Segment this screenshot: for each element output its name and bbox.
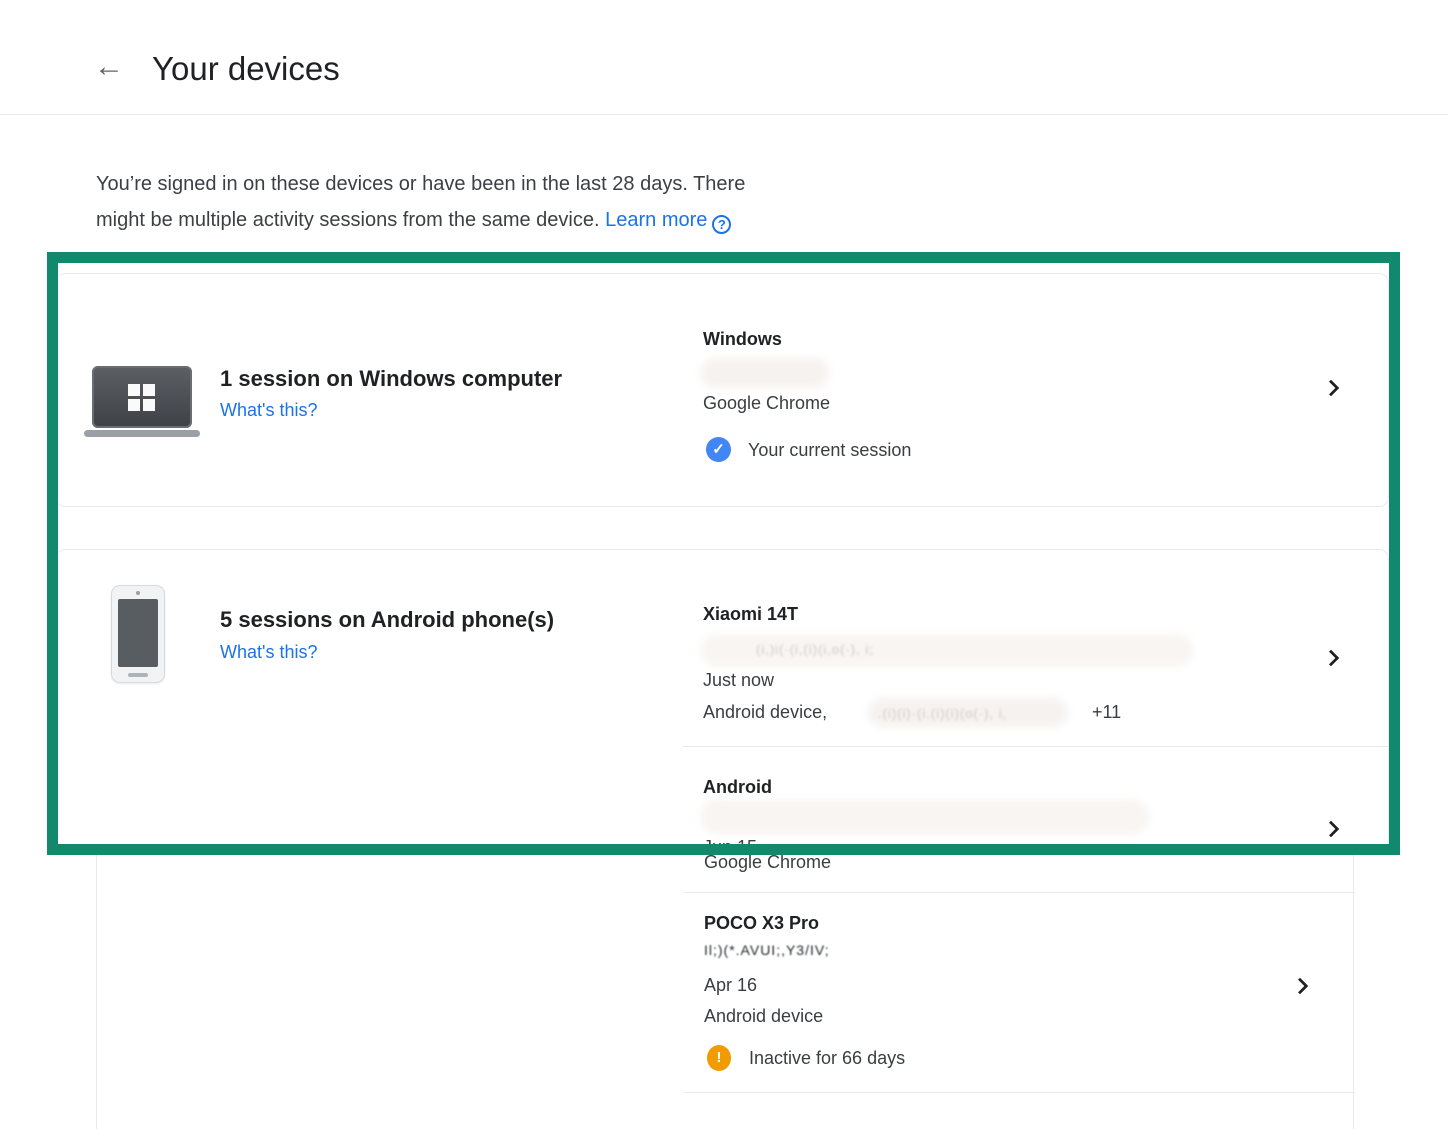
session-device-name: POCO X3 Pro (704, 913, 819, 934)
chevron-right-icon[interactable] (1320, 645, 1346, 671)
learn-more-link[interactable]: Learn more (605, 209, 707, 231)
session-device-name: Android (703, 777, 772, 798)
windows-laptop-icon (92, 366, 192, 428)
session-divider (684, 892, 1355, 893)
whats-this-link[interactable]: What's this? (220, 642, 317, 663)
session-detail: Android device (704, 1006, 823, 1027)
android-phone-icon (111, 585, 165, 683)
session-time: Just now (703, 670, 774, 691)
help-icon[interactable]: ? (712, 215, 731, 234)
current-session-check-icon: ✓ (706, 437, 731, 462)
session-device-name: Xiaomi 14T (703, 604, 798, 625)
redacted-blur (701, 800, 1149, 834)
highlight-annotation-frame: 1 session on Windows computer What's thi… (47, 252, 1400, 855)
back-arrow-icon[interactable]: ← (94, 52, 124, 82)
session-divider (684, 1092, 1355, 1093)
session-time: Apr 16 (704, 975, 757, 996)
intro-line1: You’re signed in on these devices or hav… (96, 173, 745, 195)
laptop-base (84, 430, 200, 437)
header-divider (0, 114, 1448, 115)
windows-logo-icon (128, 384, 155, 411)
more-sessions-count: +11 (1092, 702, 1121, 723)
redacted-blur (701, 358, 829, 388)
android-card-title: 5 sessions on Android phone(s) (220, 607, 554, 633)
redacted-faint-text: (i,)i(·(i,(i)(i,o(·), i; (756, 642, 874, 657)
intro-text: You’re signed in on these devices or hav… (96, 166, 956, 238)
page-title: Your devices (152, 50, 340, 88)
android-card[interactable]: 5 sessions on Android phone(s) What's th… (55, 549, 1389, 855)
chevron-right-icon[interactable] (1320, 816, 1346, 842)
session-divider (683, 746, 1389, 747)
session-browser: Google Chrome (703, 393, 830, 414)
whats-this-link[interactable]: What's this? (220, 400, 317, 421)
session-browser: Google Chrome (704, 852, 831, 873)
session-detail: Android device, (703, 702, 827, 723)
windows-card-title: 1 session on Windows computer (220, 366, 562, 392)
redacted-scribble: Il;)(*.AVUI;,Y3/IV; (704, 942, 830, 958)
chevron-right-icon[interactable] (1320, 375, 1346, 401)
current-session-label: Your current session (748, 440, 911, 461)
inactive-status: Inactive for 66 days (749, 1048, 905, 1069)
warning-icon: ! (707, 1045, 731, 1071)
intro-line2: might be multiple activity sessions from… (96, 209, 600, 231)
session-os: Windows (703, 329, 782, 350)
redacted-faint-text: .(i)(i)·(i.(i)(i)(o(·), i, (878, 706, 1007, 721)
windows-card[interactable]: 1 session on Windows computer What's thi… (55, 273, 1389, 507)
session-time-partial: Jun 15 (703, 837, 757, 855)
chevron-right-icon[interactable] (1289, 973, 1315, 999)
